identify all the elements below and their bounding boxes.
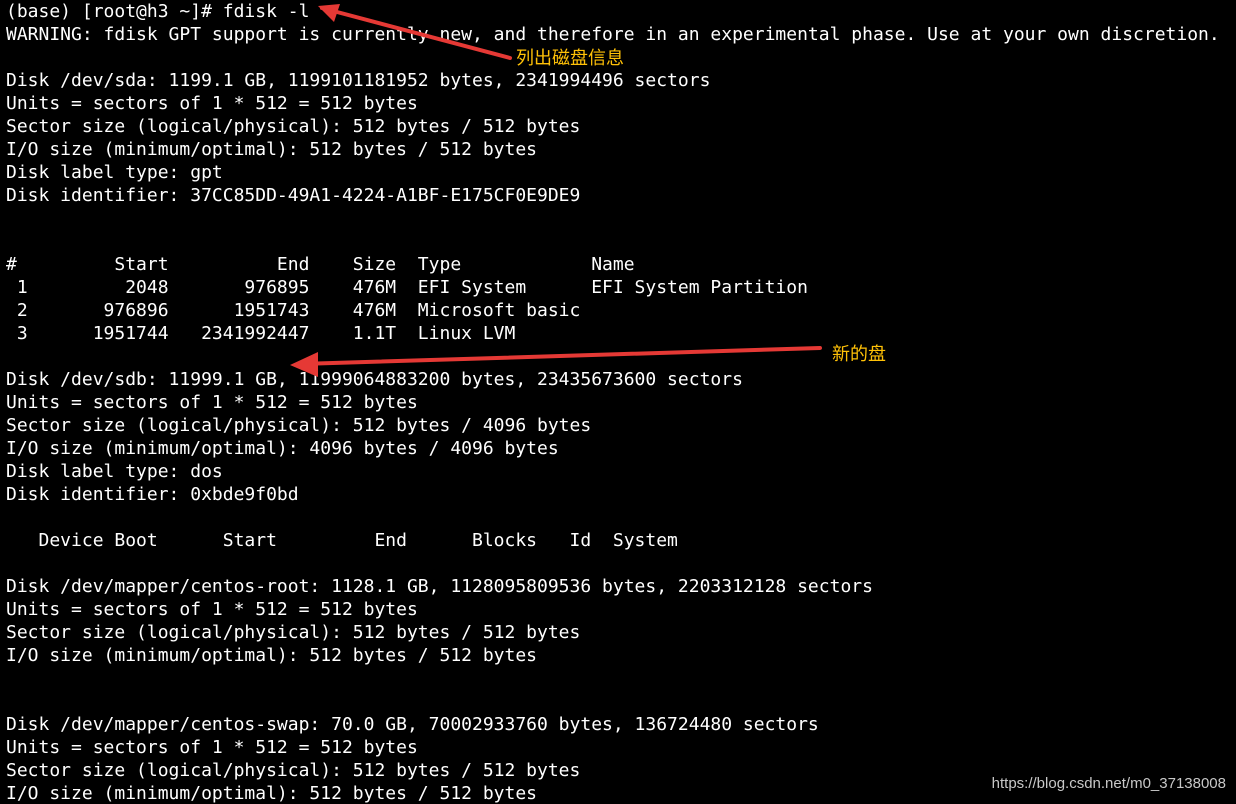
terminal-output-line: Disk label type: gpt: [6, 162, 223, 183]
terminal-output-line: 1 2048 976895 476M EFI System EFI System…: [6, 277, 808, 298]
terminal-output-line: Units = sectors of 1 * 512 = 512 bytes: [6, 392, 418, 413]
terminal-output-line: I/O size (minimum/optimal): 512 bytes / …: [6, 783, 538, 804]
terminal-output-line: Disk label type: dos: [6, 461, 223, 482]
terminal-output-line: I/O size (minimum/optimal): 4096 bytes /…: [6, 438, 559, 459]
terminal-output-line: Sector size (logical/physical): 512 byte…: [6, 415, 592, 436]
terminal-output-line: 2 976896 1951743 476M Microsoft basic: [6, 300, 581, 321]
terminal-output-line: Disk /dev/mapper/centos-root: 1128.1 GB,…: [6, 576, 873, 597]
terminal-window[interactable]: (base) [root@h3 ~]# fdisk -l WARNING: fdi…: [0, 0, 1236, 804]
new-disk-annotation: 新的盘: [832, 344, 886, 365]
terminal-output-line: Units = sectors of 1 * 512 = 512 bytes: [6, 93, 418, 114]
list-disks-annotation: 列出磁盘信息: [516, 48, 624, 69]
watermark: https://blog.csdn.net/m0_37138008: [991, 775, 1226, 792]
terminal-output-line: I/O size (minimum/optimal): 512 bytes / …: [6, 139, 538, 160]
terminal-output-line: Units = sectors of 1 * 512 = 512 bytes: [6, 737, 418, 758]
terminal-output-line: Disk /dev/sdb: 11999.1 GB, 1199906488320…: [6, 369, 743, 390]
command-prompt-line: (base) [root@h3 ~]# fdisk -l: [6, 1, 310, 22]
terminal-output-line: WARNING: fdisk GPT support is currently …: [6, 24, 1220, 45]
terminal-output-line: # Start End Size Type Name: [6, 254, 635, 275]
terminal-output-line: Sector size (logical/physical): 512 byte…: [6, 622, 581, 643]
terminal-output-line: Disk identifier: 0xbde9f0bd: [6, 484, 299, 505]
terminal-output-line: Sector size (logical/physical): 512 byte…: [6, 760, 581, 781]
terminal-output-line: Disk /dev/sda: 1199.1 GB, 1199101181952 …: [6, 70, 711, 91]
terminal-output-line: Device Boot Start End Blocks Id System: [6, 530, 678, 551]
terminal-output-line: Units = sectors of 1 * 512 = 512 bytes: [6, 599, 418, 620]
terminal-output-line: Disk identifier: 37CC85DD-49A1-4224-A1BF…: [6, 185, 581, 206]
terminal-output-line: 3 1951744 2341992447 1.1T Linux LVM: [6, 323, 516, 344]
terminal-output-line: I/O size (minimum/optimal): 512 bytes / …: [6, 645, 538, 666]
terminal-output-line: Sector size (logical/physical): 512 byte…: [6, 116, 581, 137]
terminal-output-line: Disk /dev/mapper/centos-swap: 70.0 GB, 7…: [6, 714, 819, 735]
